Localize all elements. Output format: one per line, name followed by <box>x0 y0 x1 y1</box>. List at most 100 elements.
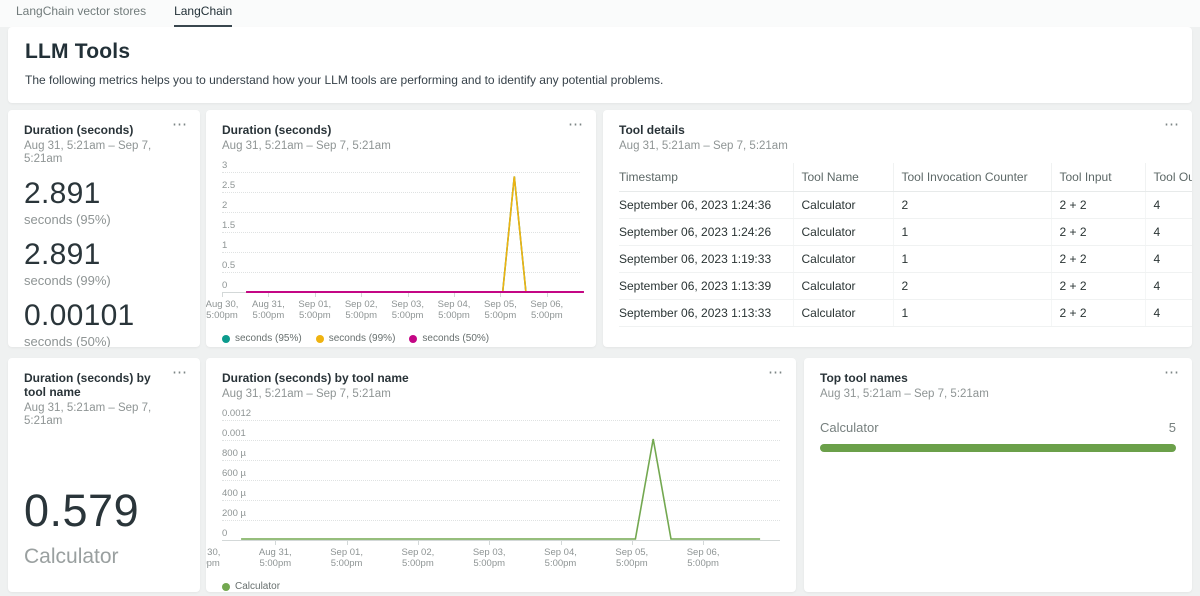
column-header[interactable]: Tool Input <box>1051 163 1145 192</box>
legend-dot-icon <box>409 335 417 343</box>
page-title: LLM Tools <box>25 40 1175 64</box>
column-header[interactable]: Timestamp <box>619 163 793 192</box>
card-tool-details: Tool details Aug 31, 5:21am – Sep 7, 5:2… <box>603 110 1192 347</box>
table-cell: September 06, 2023 1:13:39 <box>619 273 793 300</box>
table-cell: Calculator <box>793 300 893 327</box>
ellipsis-menu-icon[interactable]: ⋯ <box>1164 116 1180 134</box>
x-axis-tick-label: Sep 02, 5:00pm <box>402 547 435 569</box>
card-title: Top tool names <box>820 371 1176 385</box>
chart-legend: Calculator <box>222 581 780 592</box>
card-date-range: Aug 31, 5:21am – Sep 7, 5:21am <box>24 402 184 428</box>
table-row: September 06, 2023 1:13:39Calculator22 +… <box>619 273 1192 300</box>
legend-dot-icon <box>316 335 324 343</box>
table-cell: 2 + 2 <box>1051 246 1145 273</box>
legend-item[interactable]: seconds (50%) <box>409 333 489 344</box>
table-cell: 2 + 2 <box>1051 300 1145 327</box>
x-axis-tick-label: Sep 01, 5:00pm <box>330 547 363 569</box>
metric-value: 0.579 <box>24 486 184 536</box>
legend-dot-icon <box>222 335 230 343</box>
table-cell: September 06, 2023 1:24:36 <box>619 192 793 219</box>
table-cell: Calculator <box>793 246 893 273</box>
table-cell: Calculator <box>793 219 893 246</box>
metric-label: seconds (95%) <box>24 212 184 227</box>
x-axis-tick-label: Sep 05, 5:00pm <box>615 547 648 569</box>
metric-value: 0.00101 <box>24 299 184 333</box>
x-axis-tick-label: Sep 02, 5:00pm <box>345 299 378 321</box>
column-header[interactable]: Tool Name <box>793 163 893 192</box>
table-cell: 1 <box>893 246 1051 273</box>
ellipsis-menu-icon[interactable]: ⋯ <box>172 364 188 382</box>
facet-value: 5 <box>1169 420 1176 435</box>
table-row: September 06, 2023 1:24:26Calculator12 +… <box>619 219 1192 246</box>
metric-value: 2.891 <box>24 238 184 272</box>
legend-dot-icon <box>222 583 230 591</box>
legend-label: Calculator <box>235 581 280 592</box>
x-axis-tick-label: Aug 30, 5:00pm <box>206 299 238 321</box>
column-header[interactable]: Tool Invocation Counter <box>893 163 1051 192</box>
chart-legend: seconds (95%) seconds (99%) seconds (50%) <box>222 333 580 344</box>
x-axis-tick-label: Sep 05, 5:00pm <box>484 299 517 321</box>
table-cell: 2 + 2 <box>1051 219 1145 246</box>
table-cell: 2 + 2 <box>1051 192 1145 219</box>
duration-line-chart[interactable]: 32.521.510.50Aug 30, 5:00pmAug 31, 5:00p… <box>222 162 580 320</box>
table-row: September 06, 2023 1:24:36Calculator22 +… <box>619 192 1192 219</box>
column-header[interactable]: Tool Output <box>1145 163 1192 192</box>
table-cell: 4 <box>1145 273 1192 300</box>
tool-details-table: TimestampTool NameTool Invocation Counte… <box>619 163 1192 327</box>
legend-label: seconds (95%) <box>235 333 302 344</box>
metric-95th: 2.891 seconds (95%) <box>24 177 184 227</box>
ellipsis-menu-icon[interactable]: ⋯ <box>568 116 584 134</box>
legend-item[interactable]: seconds (95%) <box>222 333 302 344</box>
legend-item[interactable]: seconds (99%) <box>316 333 396 344</box>
series-line <box>246 176 584 292</box>
table-cell: September 06, 2023 1:24:26 <box>619 219 793 246</box>
card-title: Duration (seconds) <box>24 123 184 137</box>
facet-bar[interactable] <box>820 444 1176 452</box>
tab-langchain[interactable]: LangChain <box>174 4 232 27</box>
ellipsis-menu-icon[interactable]: ⋯ <box>172 116 188 134</box>
ellipsis-menu-icon[interactable]: ⋯ <box>768 364 784 382</box>
table-cell: 1 <box>893 300 1051 327</box>
chart-canvas <box>222 162 580 295</box>
x-axis-tick-label: Sep 01, 5:00pm <box>298 299 331 321</box>
table-cell: 4 <box>1145 300 1192 327</box>
card-title: Tool details <box>619 123 1176 137</box>
chart-canvas <box>222 410 780 543</box>
x-axis-tick-label: Sep 06, 5:00pm <box>530 299 563 321</box>
table-cell: 2 <box>893 273 1051 300</box>
legend-label: seconds (50%) <box>422 333 489 344</box>
card-duration-billboard: Duration (seconds) Aug 31, 5:21am – Sep … <box>8 110 200 347</box>
card-title: Duration (seconds) <box>222 123 580 137</box>
x-axis-tick-label: Sep 03, 5:00pm <box>473 547 506 569</box>
x-axis-tick-label: Sep 04, 5:00pm <box>438 299 471 321</box>
table-cell: Calculator <box>793 192 893 219</box>
duration-by-tool-line-chart[interactable]: 0.00120.001800 µ600 µ400 µ200 µ0Aug 30, … <box>222 410 780 568</box>
table-cell: 2 + 2 <box>1051 273 1145 300</box>
x-axis-tick-label: Sep 04, 5:00pm <box>544 547 577 569</box>
table-row: September 06, 2023 1:13:33Calculator12 +… <box>619 300 1192 327</box>
table-cell: 4 <box>1145 192 1192 219</box>
table-header-row: TimestampTool NameTool Invocation Counte… <box>619 163 1192 192</box>
card-date-range: Aug 31, 5:21am – Sep 7, 5:21am <box>619 140 1176 153</box>
card-duration-by-tool-billboard: Duration (seconds) by tool name Aug 31, … <box>8 358 200 592</box>
metric-50th: 0.00101 seconds (50%) <box>24 299 184 347</box>
facet-bar-track <box>820 444 1176 452</box>
x-axis-tick-label: Sep 03, 5:00pm <box>391 299 424 321</box>
card-date-range: Aug 31, 5:21am – Sep 7, 5:21am <box>820 388 1176 401</box>
x-axis-tick-label: Aug 30, 5:00pm <box>206 547 220 569</box>
facet-label: Calculator <box>820 420 879 435</box>
table-cell: September 06, 2023 1:19:33 <box>619 246 793 273</box>
card-top-tool-names: Top tool names Aug 31, 5:21am – Sep 7, 5… <box>804 358 1192 592</box>
metric-label: Calculator <box>24 545 184 569</box>
legend-item[interactable]: Calculator <box>222 581 280 592</box>
card-date-range: Aug 31, 5:21am – Sep 7, 5:21am <box>24 140 184 166</box>
table-cell: 1 <box>893 219 1051 246</box>
page-header: LLM Tools The following metrics helps yo… <box>8 27 1192 103</box>
table-cell: 4 <box>1145 246 1192 273</box>
table-cell: September 06, 2023 1:13:33 <box>619 300 793 327</box>
card-date-range: Aug 31, 5:21am – Sep 7, 5:21am <box>222 388 780 401</box>
tab-langchain-vector-stores[interactable]: LangChain vector stores <box>16 4 146 27</box>
ellipsis-menu-icon[interactable]: ⋯ <box>1164 364 1180 382</box>
card-title: Duration (seconds) by tool name <box>222 371 780 385</box>
table-cell: 4 <box>1145 219 1192 246</box>
